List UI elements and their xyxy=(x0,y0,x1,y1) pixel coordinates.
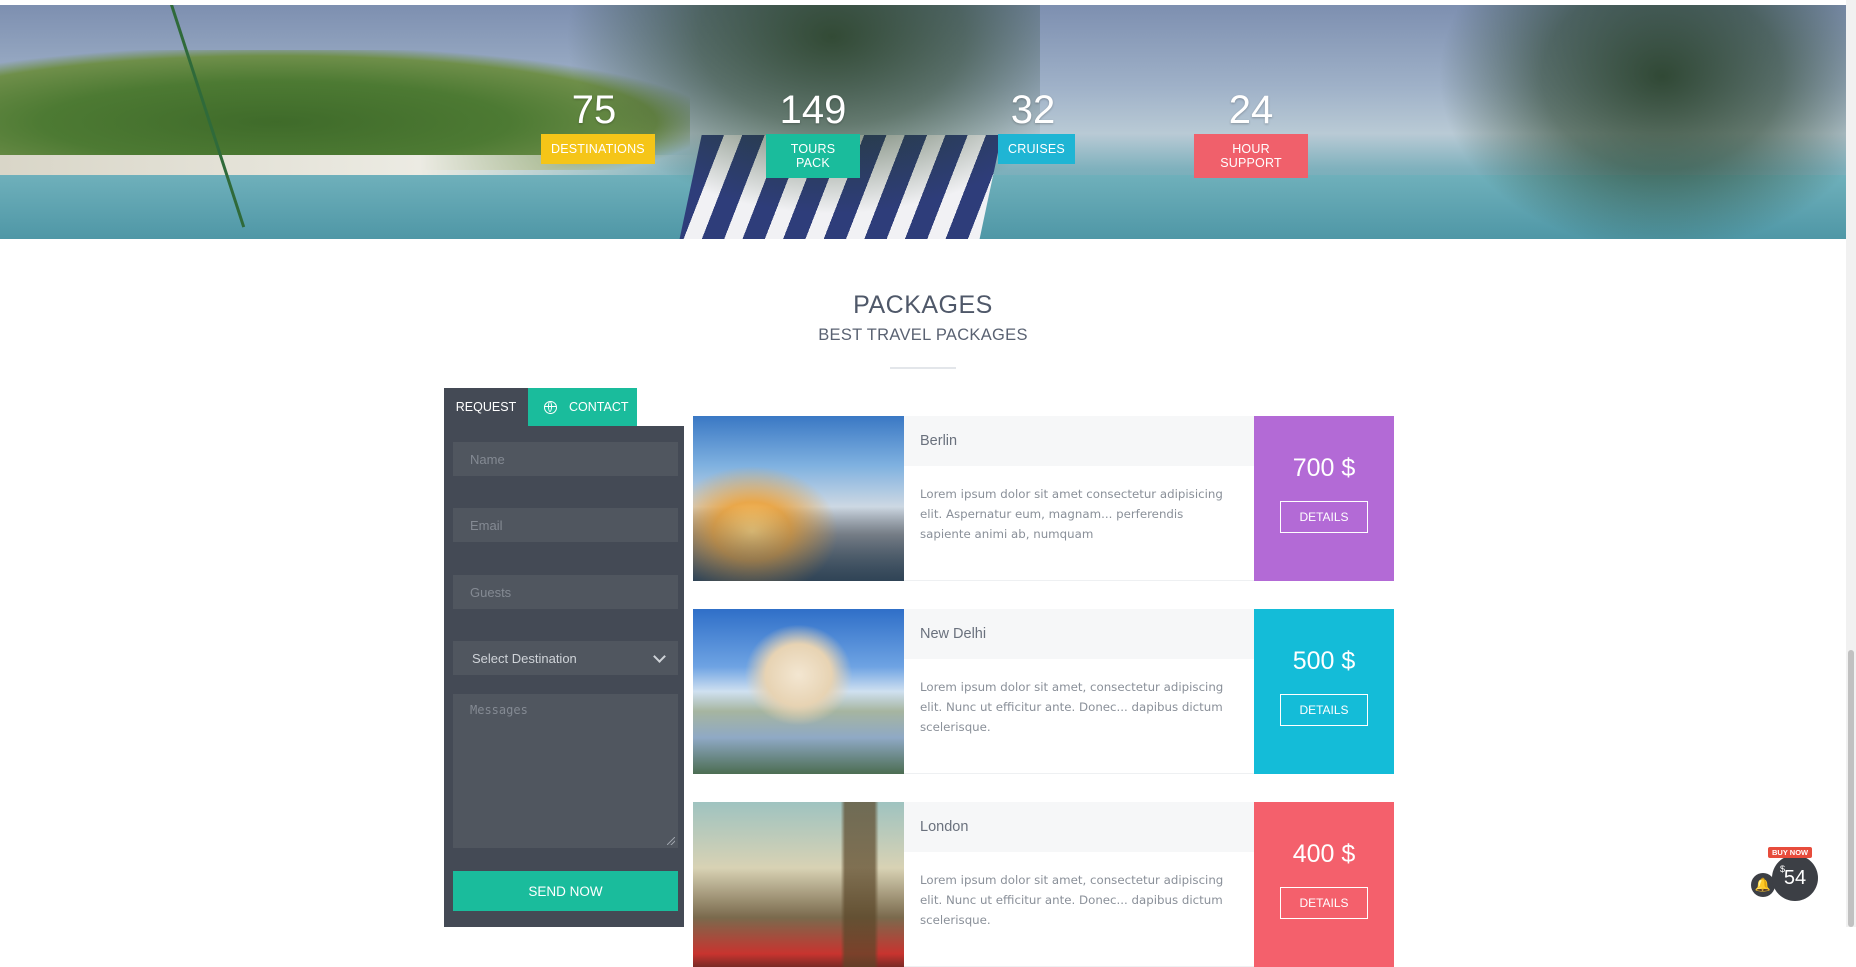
package-price-panel: 500 $ DETAILS xyxy=(1254,609,1394,774)
package-price: 500 $ xyxy=(1292,647,1356,675)
buy-now-badge[interactable]: $ 54 xyxy=(1772,855,1818,901)
buy-now-label[interactable]: BUY NOW xyxy=(1768,847,1813,858)
stat-label: TOURS PACK xyxy=(766,134,860,178)
package-description: Lorem ipsum dolor sit amet, consectetur … xyxy=(920,680,1224,734)
stat-number: 75 xyxy=(571,88,617,132)
stat-tours-pack: 149 TOURS PACK xyxy=(766,88,860,178)
messages-placeholder: Messages xyxy=(470,703,528,717)
package-city[interactable]: Berlin xyxy=(904,416,1254,466)
details-button[interactable]: DETAILS xyxy=(1280,501,1368,533)
package-info: New Delhi Lorem ipsum dolor sit amet, co… xyxy=(904,609,1254,774)
chevron-down-icon xyxy=(653,649,666,663)
details-button[interactable]: DETAILS xyxy=(1280,694,1368,726)
package-description: Lorem ipsum dolor sit amet, consectetur … xyxy=(920,873,1224,927)
badge-count: 54 xyxy=(1783,867,1807,889)
package-photo-berlin[interactable] xyxy=(693,416,904,581)
destination-select[interactable]: Select Destination xyxy=(453,641,678,675)
tab-request[interactable]: REQUEST xyxy=(444,388,528,426)
palm-leaves-right xyxy=(1420,5,1846,239)
stat-label: HOUR SUPPORT xyxy=(1194,134,1308,178)
stat-number: 32 xyxy=(1010,88,1056,132)
package-price: 700 $ xyxy=(1292,454,1356,482)
page-scrollbar[interactable] xyxy=(1846,0,1856,927)
package-description: Lorem ipsum dolor sit amet consectetur a… xyxy=(920,487,1223,541)
stat-hour-support: 24 HOUR SUPPORT xyxy=(1194,88,1308,178)
tab-contact-label: CONTACT xyxy=(569,400,629,414)
destination-select-value: Select Destination xyxy=(472,650,577,666)
name-input[interactable]: Name xyxy=(453,442,678,476)
resize-handle[interactable] xyxy=(667,837,675,845)
stat-number: 24 xyxy=(1228,88,1274,132)
form-tabs: REQUEST CONTACT xyxy=(444,388,637,426)
section-title: PACKAGES xyxy=(853,291,993,319)
package-info: London Lorem ipsum dolor sit amet, conse… xyxy=(904,802,1254,967)
package-price-panel: 400 $ DETAILS xyxy=(1254,802,1394,967)
package-price: 400 $ xyxy=(1292,840,1356,868)
scrollbar-thumb[interactable] xyxy=(1848,650,1854,927)
details-button[interactable]: DETAILS xyxy=(1280,887,1368,919)
package-card-new-delhi: New Delhi Lorem ipsum dolor sit amet, co… xyxy=(693,609,1394,774)
package-city[interactable]: New Delhi xyxy=(904,609,1254,659)
section-subtitle: BEST TRAVEL PACKAGES xyxy=(818,326,1028,344)
package-price-panel: 700 $ DETAILS xyxy=(1254,416,1394,581)
package-info: Berlin Lorem ipsum dolor sit amet consec… xyxy=(904,416,1254,581)
stat-cruises: 32 CRUISES xyxy=(998,88,1075,164)
hero-banner: 75 DESTINATIONS 149 TOURS PACK 32 CRUISE… xyxy=(0,5,1846,239)
badge-currency: $ xyxy=(1780,864,1786,874)
stat-label: CRUISES xyxy=(998,134,1075,164)
send-now-button[interactable]: SEND NOW xyxy=(453,871,678,911)
package-photo-london[interactable] xyxy=(693,802,904,967)
stat-number: 149 xyxy=(779,88,847,132)
package-card-london: London Lorem ipsum dolor sit amet, conse… xyxy=(693,802,1394,967)
globe-icon xyxy=(544,400,557,414)
package-photo-new-delhi[interactable] xyxy=(693,609,904,774)
section-divider xyxy=(890,367,956,369)
stat-label: DESTINATIONS xyxy=(541,134,655,164)
email-input[interactable]: Email xyxy=(453,508,678,542)
request-form: Name Email Guests Select Destination Mes… xyxy=(444,426,684,927)
package-card-berlin: Berlin Lorem ipsum dolor sit amet consec… xyxy=(693,416,1394,581)
stat-destinations: 75 DESTINATIONS xyxy=(541,88,655,164)
package-city[interactable]: London xyxy=(904,802,1254,852)
messages-textarea[interactable]: Messages xyxy=(453,694,678,848)
tab-contact[interactable]: CONTACT xyxy=(528,388,637,426)
guests-input[interactable]: Guests xyxy=(453,575,678,609)
